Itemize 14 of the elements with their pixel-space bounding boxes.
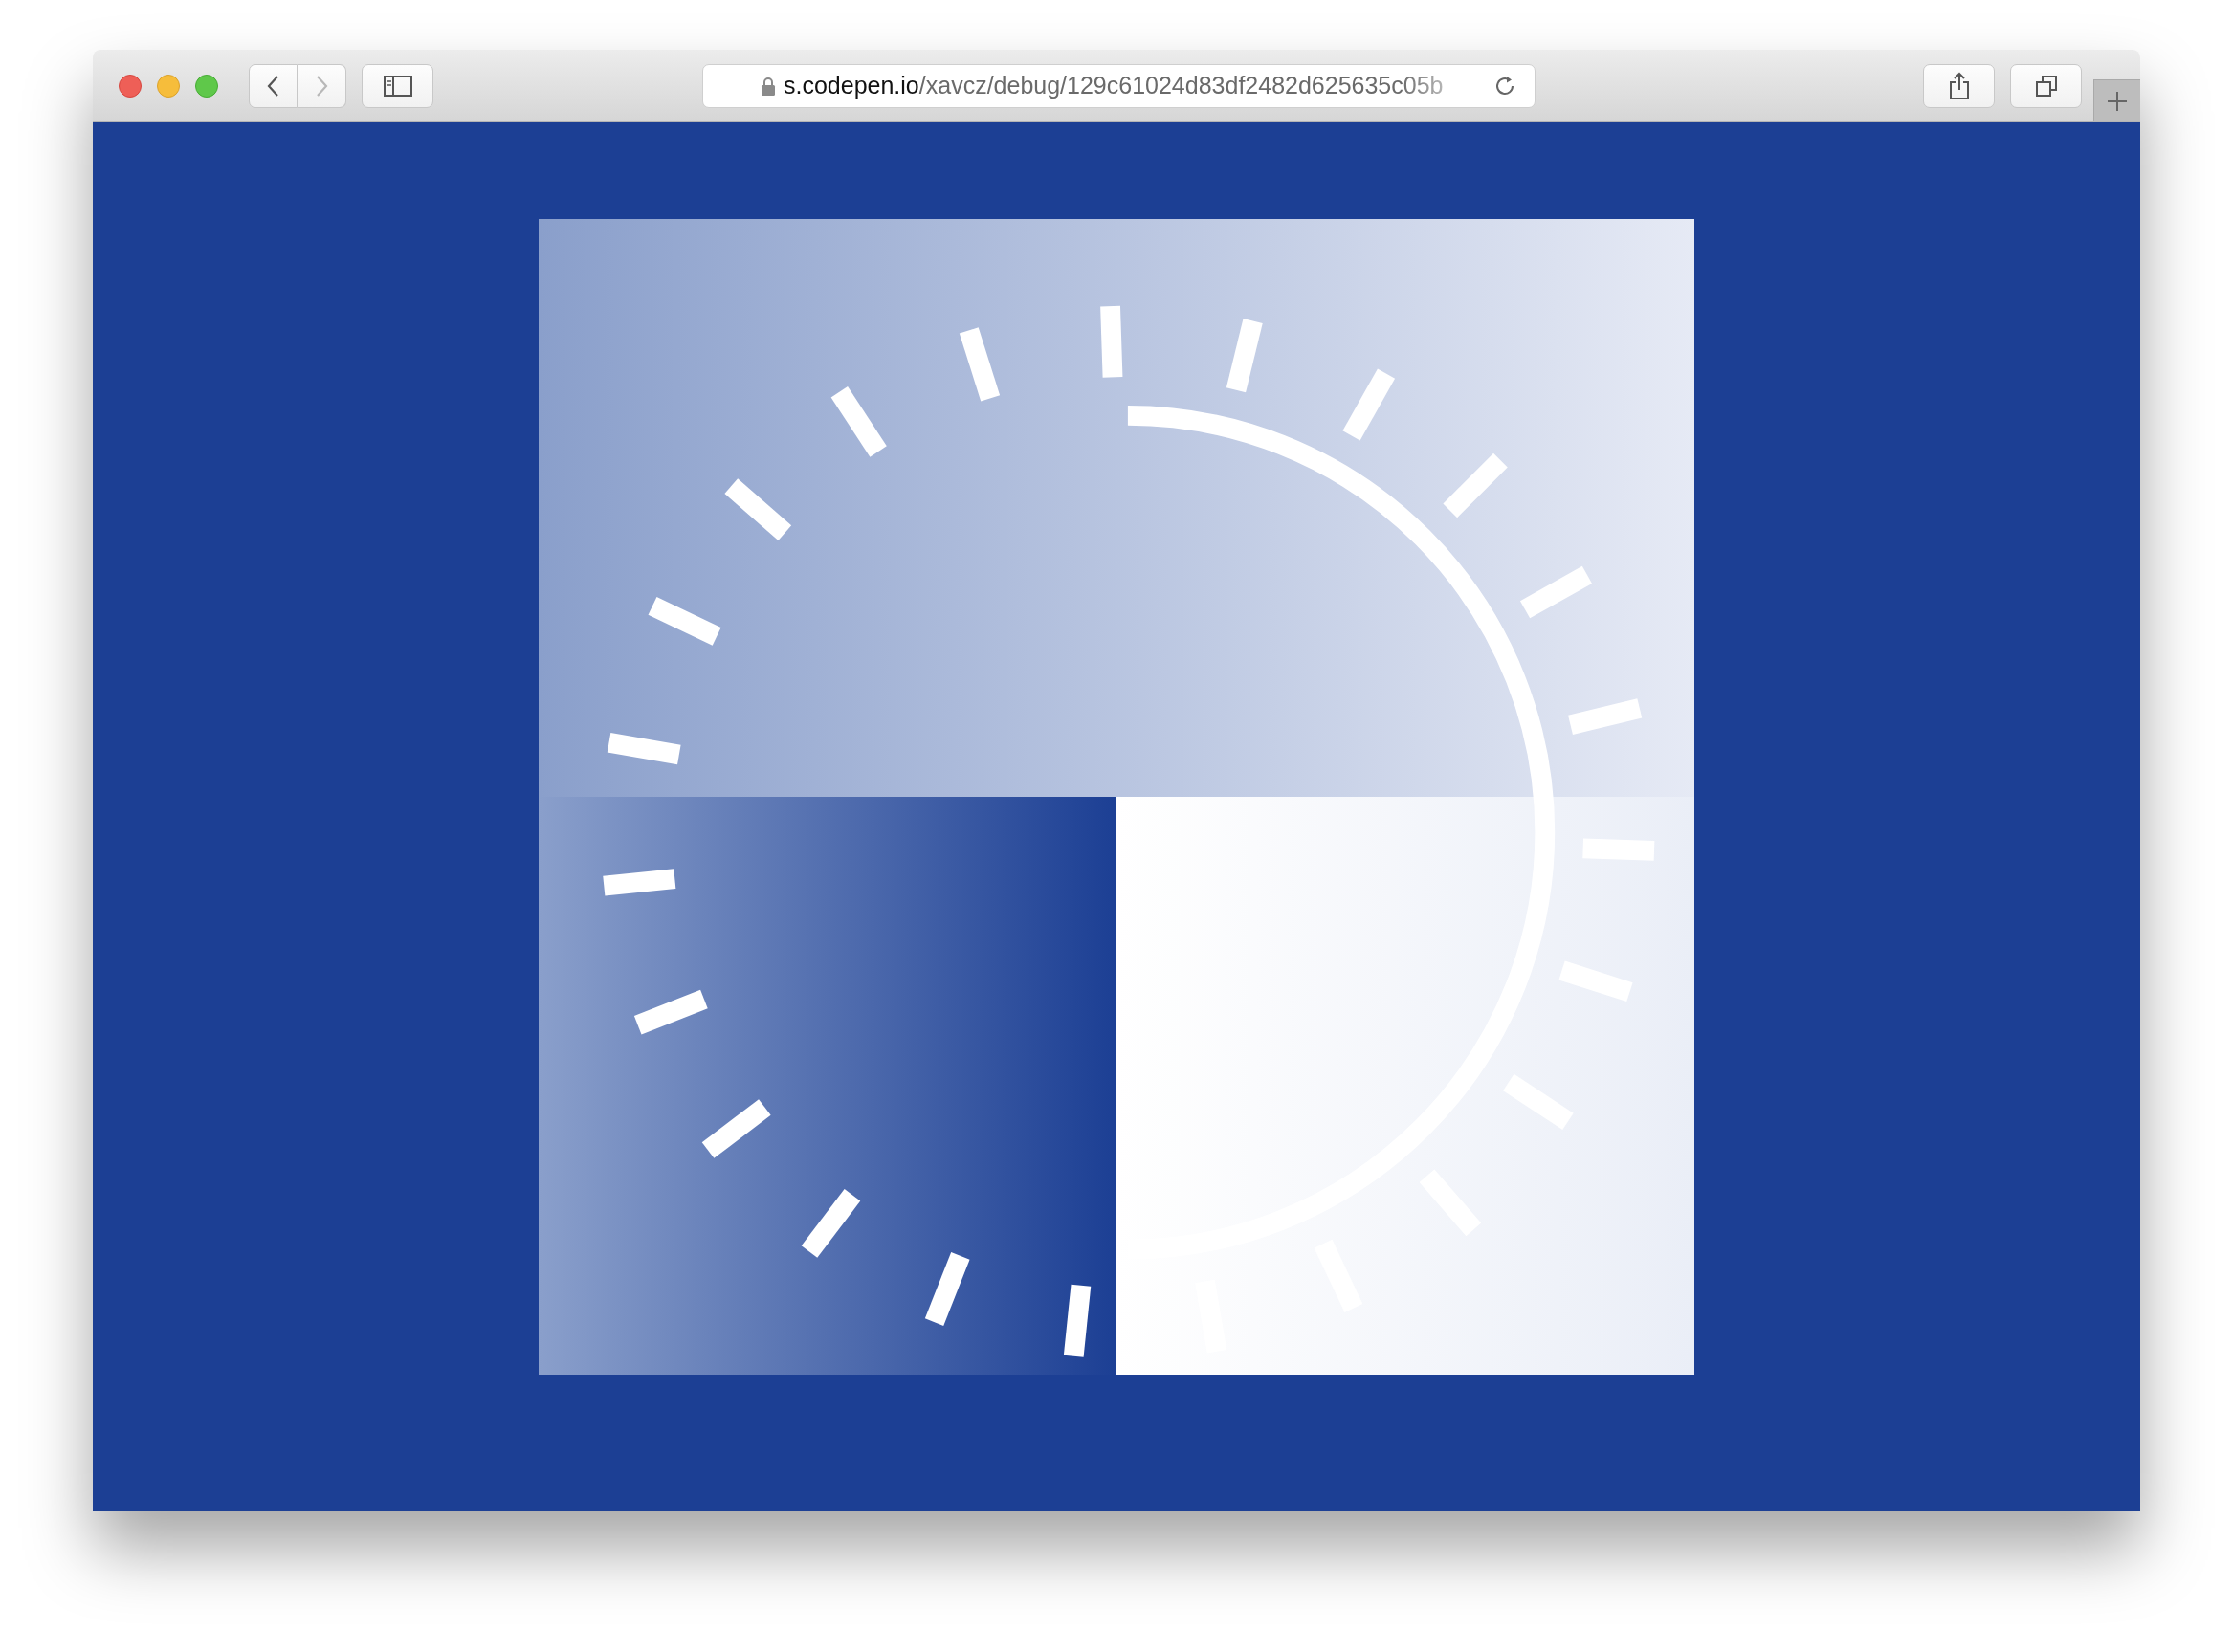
- address-bar[interactable]: s.codepen.io/xavcz/debug/129c61024d83df2482d625635c05b: [702, 63, 1536, 108]
- sidebar-button[interactable]: [362, 63, 433, 108]
- back-button[interactable]: [249, 63, 298, 108]
- lock-icon: [761, 76, 776, 96]
- share-icon: [1948, 71, 1970, 100]
- share-button[interactable]: [1923, 63, 1995, 108]
- tabs-icon: [2034, 74, 2058, 98]
- plus-icon: [2107, 90, 2128, 112]
- new-tab-button[interactable]: [2093, 79, 2140, 121]
- tabs-button[interactable]: [2010, 63, 2082, 108]
- sidebar-icon: [383, 75, 412, 97]
- zoom-button[interactable]: [195, 74, 218, 98]
- close-button[interactable]: [119, 74, 142, 98]
- url-text: s.codepen.io/xavcz/debug/129c61024d83df2482d625635c05b: [784, 70, 1445, 100]
